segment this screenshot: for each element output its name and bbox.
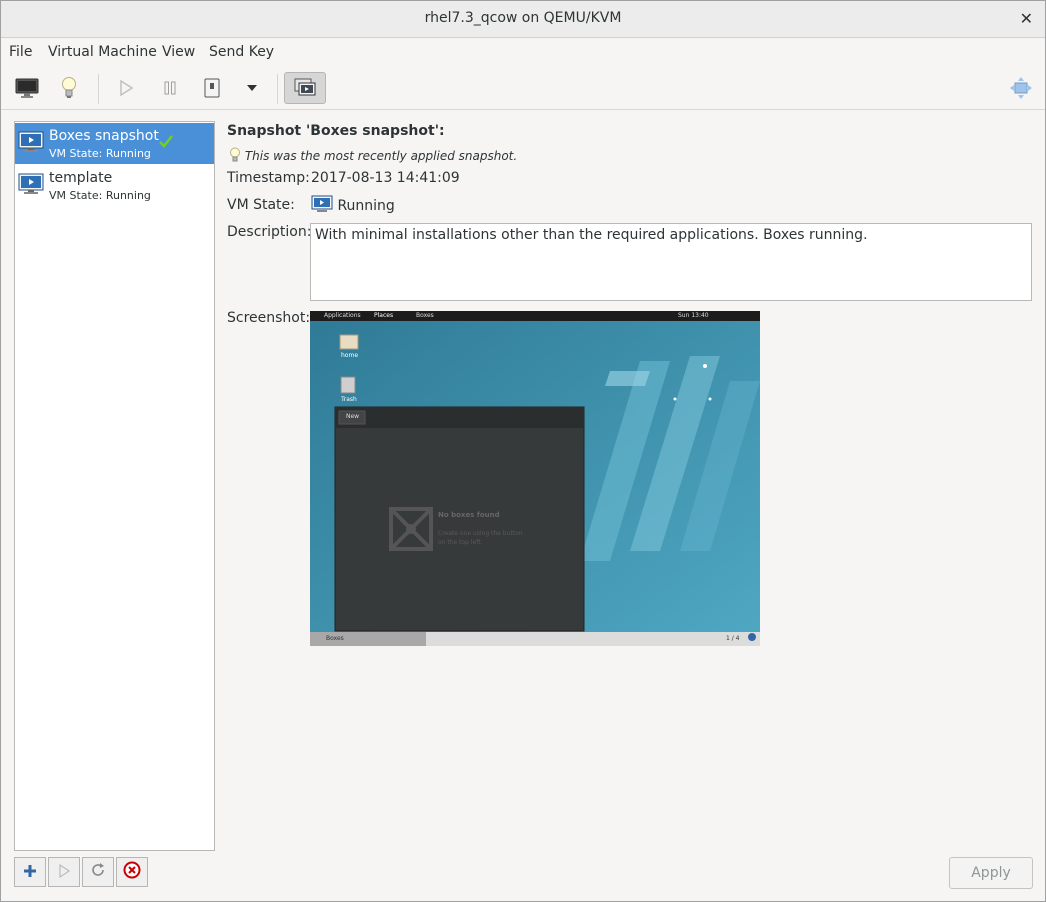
- snapshot-state: VM State: Running: [49, 147, 151, 160]
- fullscreen-icon[interactable]: [1006, 73, 1036, 103]
- vm-state-text: Running: [337, 198, 395, 214]
- menu-send-key[interactable]: Send Key: [209, 44, 274, 60]
- shutdown-icon[interactable]: [197, 73, 227, 103]
- snapshot-screenshot: Applications Places Boxes Sun 13:40 home…: [310, 311, 760, 646]
- snapshot-window: rhel7.3_qcow on QEMU/KVM ✕ File Virtual …: [0, 0, 1046, 902]
- checkmark-icon: [158, 133, 174, 153]
- pause-icon[interactable]: [155, 73, 185, 103]
- snapshot-name: template: [49, 170, 113, 186]
- guest-empty-line1: Create one using the button: [438, 530, 523, 537]
- timestamp-label: Timestamp:: [227, 170, 310, 186]
- guest-new-button: New: [346, 413, 360, 420]
- vm-monitor-icon: [18, 173, 44, 199]
- menu-virtual-machine[interactable]: Virtual Machine: [48, 44, 157, 60]
- run-play-icon[interactable]: [111, 73, 141, 103]
- details-lightbulb-icon[interactable]: [54, 73, 84, 103]
- guest-applications-menu: Applications: [324, 312, 361, 319]
- hint-text: This was the most recently applied snaps…: [244, 149, 518, 163]
- guest-taskbar-item: Boxes: [326, 635, 344, 642]
- delete-snapshot-button[interactable]: [116, 857, 148, 887]
- toolbar-separator: [98, 74, 99, 104]
- vm-running-icon: [311, 195, 333, 214]
- guest-home-icon-label: home: [341, 352, 359, 359]
- snapshot-item-boxes-snapshot[interactable]: Boxes snapshot VM State: Running: [15, 123, 214, 164]
- vm-state-label: VM State:: [227, 197, 295, 213]
- guest-app-menu: Boxes: [416, 312, 434, 319]
- snapshot-list: Boxes snapshot VM State: Running templat…: [14, 121, 215, 851]
- menu-bar: File Virtual Machine View Send Key: [1, 38, 1045, 67]
- apply-button[interactable]: Apply: [949, 857, 1033, 889]
- dropdown-arrow-icon[interactable]: [237, 73, 267, 103]
- snapshot-heading: Snapshot 'Boxes snapshot':: [227, 123, 445, 139]
- recent-snapshot-hint: This was the most recently applied snaps…: [229, 147, 517, 163]
- refresh-icon: [90, 862, 106, 882]
- console-monitor-icon[interactable]: [12, 73, 42, 103]
- vm-monitor-icon: [18, 131, 44, 157]
- lightbulb-icon: [229, 147, 241, 163]
- window-title: rhel7.3_qcow on QEMU/KVM: [424, 10, 622, 26]
- close-icon[interactable]: ✕: [1020, 9, 1033, 28]
- menu-file[interactable]: File: [9, 44, 32, 60]
- guest-workspace-indicator: 1 / 4: [726, 635, 740, 642]
- refresh-snapshot-button[interactable]: [82, 857, 114, 887]
- guest-clock: Sun 13:40: [678, 312, 709, 319]
- guest-places-menu: Places: [374, 312, 394, 319]
- plus-icon: [23, 863, 37, 882]
- guest-trash-icon-label: Trash: [341, 396, 357, 403]
- timestamp-value: 2017-08-13 14:41:09: [311, 170, 460, 186]
- description-label: Description:: [227, 224, 312, 240]
- add-snapshot-button[interactable]: [14, 857, 46, 887]
- toolbar-separator: [277, 74, 278, 104]
- run-snapshot-button[interactable]: [48, 857, 80, 887]
- snapshots-icon[interactable]: [284, 72, 326, 104]
- snapshot-name: Boxes snapshot: [49, 128, 159, 144]
- snapshot-state: VM State: Running: [49, 189, 151, 202]
- screenshot-label: Screenshot:: [227, 310, 311, 326]
- delete-icon: [123, 861, 141, 883]
- menu-view[interactable]: View: [162, 44, 195, 60]
- snapshot-item-template[interactable]: template VM State: Running: [15, 165, 214, 206]
- guest-empty-title: No boxes found: [438, 511, 500, 519]
- toolbar: [1, 68, 1045, 110]
- description-field[interactable]: With minimal installations other than th…: [310, 223, 1032, 301]
- vm-state-value: Running: [311, 195, 395, 214]
- play-icon: [58, 863, 70, 882]
- guest-empty-line2: on the top left.: [438, 539, 483, 546]
- title-bar: rhel7.3_qcow on QEMU/KVM ✕: [1, 1, 1045, 38]
